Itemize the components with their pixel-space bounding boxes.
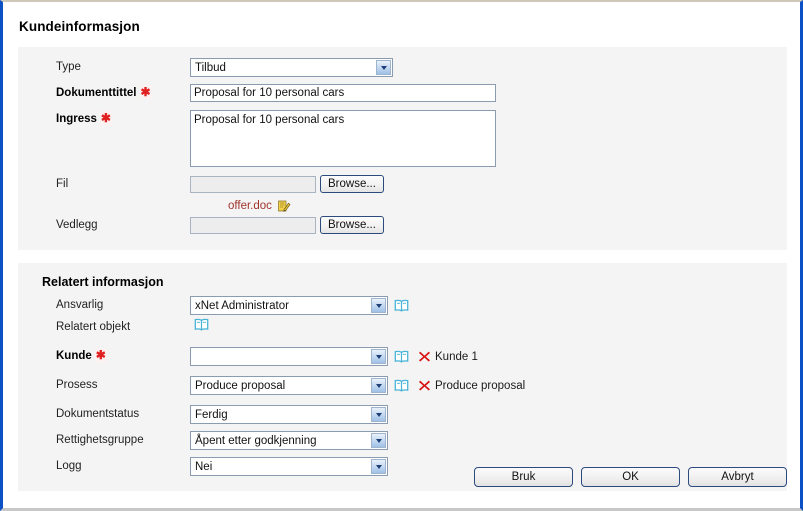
type-select[interactable]: Tilbud xyxy=(190,58,393,77)
field-row-customer: Kunde ✱ Kunde 1 xyxy=(18,347,787,368)
rights-group-select[interactable]: Åpent etter godkjenning xyxy=(190,431,388,450)
field-row-document-status: Dokumentstatus Ferdig xyxy=(18,405,787,426)
control-rights-group: Åpent etter godkjenning xyxy=(190,431,388,450)
book-icon[interactable] xyxy=(394,350,409,363)
field-row-rights-group: Rettighetsgruppe Åpent etter godkjenning xyxy=(18,431,787,452)
control-type: Tilbud xyxy=(190,58,393,77)
control-document-title xyxy=(190,84,496,102)
log-select-wrap[interactable]: Nei xyxy=(190,457,388,476)
field-row-type: Type Tilbud xyxy=(18,58,787,79)
file-browse-button[interactable]: Browse... xyxy=(320,175,384,193)
form-action-buttons: Bruk OK Avbryt xyxy=(474,467,787,487)
label-document-status: Dokumentstatus xyxy=(56,408,140,420)
remove-x-icon[interactable] xyxy=(418,379,431,392)
label-ingress-text: Ingress xyxy=(56,113,97,125)
label-responsible: Ansvarlig xyxy=(56,299,104,311)
control-ingress: Proposal for 10 personal cars xyxy=(190,110,496,167)
ingress-textarea[interactable]: Proposal for 10 personal cars xyxy=(190,110,496,167)
book-icon[interactable] xyxy=(394,299,409,312)
customer-information-panel: Type Tilbud Dokumenttittel ✱ Proposal fo… xyxy=(18,47,787,250)
field-row-responsible: Ansvarlig xNet Administrator xyxy=(18,296,787,317)
customer-select-wrap[interactable] xyxy=(190,347,388,366)
field-row-attachment: Vedlegg Browse... xyxy=(18,216,787,237)
field-row-related-object: Relatert objekt xyxy=(18,318,787,339)
control-file: Browse... xyxy=(190,175,384,193)
related-information-panel: Relatert informasjon Ansvarlig xNet Admi… xyxy=(18,263,787,491)
page-content: Kundeinformasjon Type Tilbud Dokumenttit… xyxy=(3,2,800,508)
customer-linked-item: Kunde 1 xyxy=(435,350,478,363)
control-document-status: Ferdig xyxy=(190,405,388,424)
field-row-document-title: Dokumenttittel ✱ xyxy=(18,84,787,105)
file-path-input[interactable] xyxy=(190,175,316,193)
field-row-file: Fil Browse... xyxy=(18,175,787,196)
log-select[interactable]: Nei xyxy=(190,457,388,476)
responsible-select-wrap[interactable]: xNet Administrator xyxy=(190,296,388,315)
document-status-select[interactable]: Ferdig xyxy=(190,405,388,424)
window-frame: Kundeinformasjon Type Tilbud Dokumenttit… xyxy=(0,0,803,511)
label-log: Logg xyxy=(56,460,82,472)
apply-button[interactable]: Bruk xyxy=(474,467,573,487)
responsible-select[interactable]: xNet Administrator xyxy=(190,296,388,315)
label-file: Fil xyxy=(56,178,69,190)
field-row-ingress: Ingress ✱ Proposal for 10 personal cars xyxy=(18,110,787,167)
label-related-object: Relatert objekt xyxy=(56,321,131,333)
cancel-button[interactable]: Avbryt xyxy=(688,467,787,487)
related-information-title: Relatert informasjon xyxy=(42,275,164,289)
label-customer-text: Kunde xyxy=(56,350,92,362)
edit-document-icon[interactable] xyxy=(277,199,291,213)
book-icon[interactable] xyxy=(194,318,209,331)
page-title: Kundeinformasjon xyxy=(19,19,140,34)
rights-group-select-wrap[interactable]: Åpent etter godkjenning xyxy=(190,431,388,450)
label-rights-group: Rettighetsgruppe xyxy=(56,434,144,446)
label-process: Prosess xyxy=(56,379,98,391)
document-title-input[interactable] xyxy=(190,84,496,102)
label-type: Type xyxy=(56,61,81,73)
required-asterisk-icon: ✱ xyxy=(99,111,112,125)
field-row-process: Prosess Produce proposal Produce proposa… xyxy=(18,376,787,397)
ok-button[interactable]: OK xyxy=(581,467,680,487)
label-document-title: Dokumenttittel ✱ xyxy=(18,84,190,103)
uploaded-file-row: offer.doc xyxy=(228,198,787,214)
document-status-select-wrap[interactable]: Ferdig xyxy=(190,405,388,424)
label-ingress: Ingress ✱ xyxy=(18,110,190,129)
control-process: Produce proposal Produce proposal xyxy=(190,376,525,395)
book-icon[interactable] xyxy=(394,379,409,392)
process-linked-item: Produce proposal xyxy=(435,379,526,392)
control-related-object xyxy=(190,318,209,331)
type-select-wrap[interactable]: Tilbud xyxy=(190,58,393,77)
process-select-wrap[interactable]: Produce proposal xyxy=(190,376,388,395)
attachment-browse-button[interactable]: Browse... xyxy=(320,216,384,234)
attachment-path-input[interactable] xyxy=(190,216,316,234)
control-customer: Kunde 1 xyxy=(190,347,478,366)
label-document-title-text: Dokumenttittel xyxy=(56,87,137,99)
process-select[interactable]: Produce proposal xyxy=(190,376,388,395)
label-attachment: Vedlegg xyxy=(56,219,98,231)
control-log: Nei xyxy=(190,457,388,476)
required-asterisk-icon: ✱ xyxy=(94,348,107,362)
uploaded-file-link[interactable]: offer.doc xyxy=(228,200,272,212)
control-responsible: xNet Administrator xyxy=(190,296,409,315)
remove-x-icon[interactable] xyxy=(418,350,431,363)
label-customer: Kunde ✱ xyxy=(18,347,190,366)
customer-select[interactable] xyxy=(190,347,388,366)
control-attachment: Browse... xyxy=(190,216,384,234)
required-asterisk-icon: ✱ xyxy=(139,85,152,99)
